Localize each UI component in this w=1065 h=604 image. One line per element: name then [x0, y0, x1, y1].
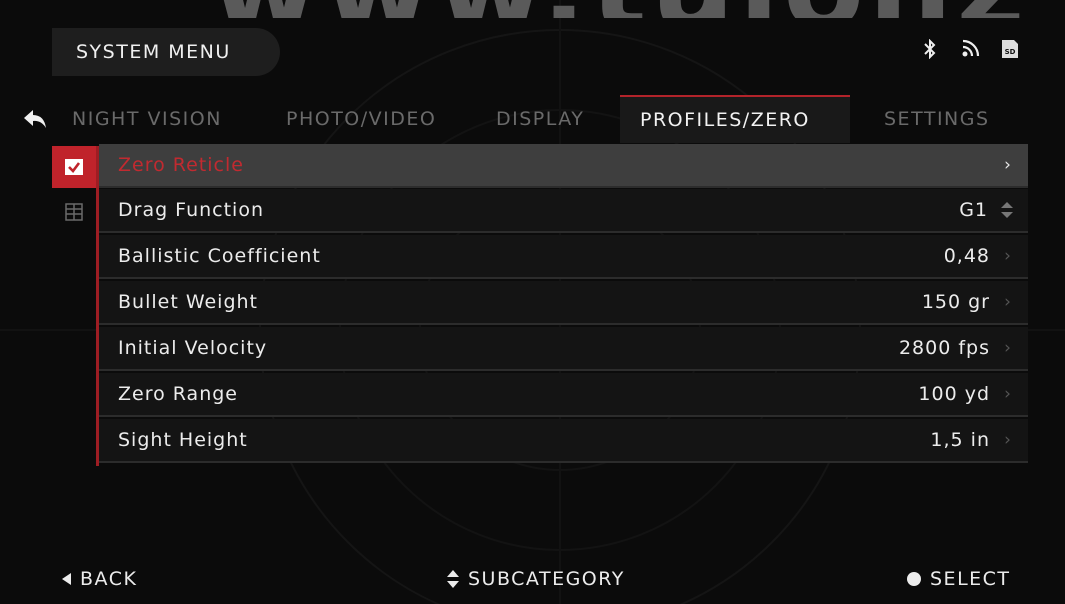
up-down-arrows-icon [447, 570, 459, 588]
footer-back-button[interactable]: BACK [60, 568, 137, 590]
chevron-right-icon: › [1004, 155, 1012, 175]
triangle-left-icon [62, 573, 71, 585]
tab-settings[interactable]: SETTINGS [884, 96, 990, 142]
up-down-arrows-icon [1000, 200, 1014, 220]
tab-photo-video[interactable]: PHOTO/VIDEO [286, 96, 436, 142]
page-title: SYSTEM MENU [76, 41, 231, 63]
table-icon[interactable] [52, 190, 96, 234]
chevron-right-icon: › [1004, 338, 1012, 358]
svg-text:SD: SD [1005, 48, 1016, 56]
row-value: 1,5 in [930, 429, 990, 451]
row-value: 100 yd [918, 383, 990, 405]
footer-back-label: BACK [80, 568, 138, 590]
checkbox-icon[interactable] [52, 146, 96, 188]
footer-select-button[interactable]: SELECT [906, 568, 1011, 590]
tab-profiles-zero[interactable]: PROFILES/ZERO [620, 95, 850, 143]
menu-row-sight-height[interactable]: Sight Height 1,5 in › [99, 419, 1028, 463]
row-value: G1 [959, 199, 988, 221]
row-label: Drag Function [118, 199, 264, 221]
menu-row-bullet-weight[interactable]: Bullet Weight 150 gr › [99, 281, 1028, 325]
row-label: Bullet Weight [118, 291, 259, 313]
row-value: 0,48 [943, 245, 990, 267]
row-value: 2800 fps [898, 337, 990, 359]
menu-row-zero-range[interactable]: Zero Range 100 yd › [99, 373, 1028, 417]
sd-card-icon: SD [999, 38, 1021, 60]
row-label: Zero Range [118, 383, 238, 405]
chevron-right-icon: › [1004, 430, 1012, 450]
menu-row-drag-function[interactable]: Drag Function G1 [99, 189, 1028, 233]
chevron-right-icon: › [1004, 384, 1012, 404]
footer-subcategory-hint: SUBCATEGORY [446, 568, 625, 590]
menu-row-initial-velocity[interactable]: Initial Velocity 2800 fps › [99, 327, 1028, 371]
row-label: Zero Reticle [118, 154, 244, 176]
chevron-right-icon: › [1004, 246, 1012, 266]
tab-night-vision[interactable]: NIGHT VISION [72, 96, 222, 142]
watermark-text: www.tulonz [210, 0, 1065, 18]
status-bar: SD [919, 38, 1021, 60]
circle-icon [907, 572, 921, 586]
menu-row-zero-reticle[interactable]: Zero Reticle › [99, 144, 1028, 188]
chevron-right-icon: › [1004, 292, 1012, 312]
row-label: Sight Height [118, 429, 248, 451]
back-arrow-icon[interactable] [22, 108, 48, 130]
footer-select-label: SELECT [930, 568, 1011, 590]
menu-row-ballistic-coefficient[interactable]: Ballistic Coefficient 0,48 › [99, 235, 1028, 279]
wifi-icon [959, 38, 981, 60]
tab-display[interactable]: DISPLAY [496, 96, 584, 142]
row-label: Initial Velocity [118, 337, 268, 359]
row-value: 150 gr [921, 291, 990, 313]
footer-subcategory-label: SUBCATEGORY [468, 568, 625, 590]
bluetooth-icon [919, 38, 941, 60]
row-label: Ballistic Coefficient [118, 245, 321, 267]
system-menu-title: SYSTEM MENU [52, 28, 280, 76]
